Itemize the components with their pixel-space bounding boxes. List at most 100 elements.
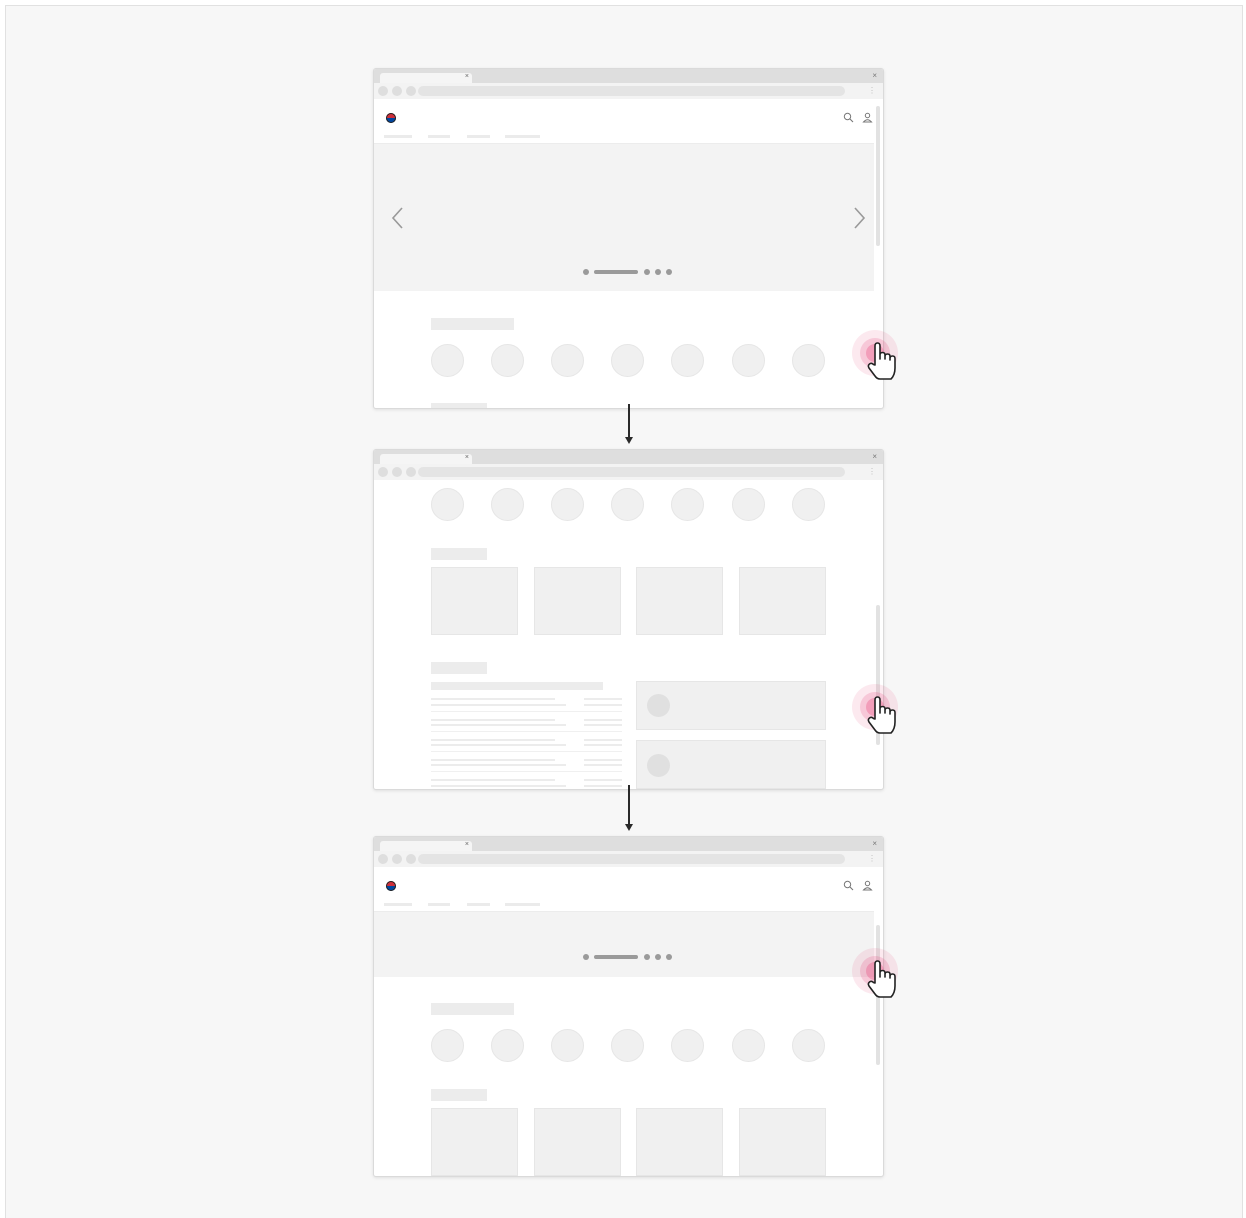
quick-menu-item[interactable] — [732, 344, 765, 377]
list-item-line[interactable] — [431, 759, 555, 761]
browser-tab[interactable]: × — [380, 73, 472, 83]
pagination-dot[interactable] — [644, 269, 650, 275]
chevron-right-icon[interactable] — [852, 206, 866, 230]
forward-button[interactable] — [392, 86, 402, 96]
browser-menu-icon[interactable]: ⋮ — [868, 466, 876, 478]
quick-menu-item[interactable] — [671, 344, 704, 377]
quick-menu-item[interactable] — [491, 1029, 524, 1062]
pagination-dot[interactable] — [655, 269, 661, 275]
pagination-dot[interactable] — [583, 269, 589, 275]
quick-menu-item[interactable] — [491, 488, 524, 521]
profile-card[interactable] — [636, 740, 826, 789]
pagination-dot[interactable] — [583, 954, 589, 960]
list-item-date — [584, 744, 622, 746]
menu-item[interactable] — [428, 903, 450, 906]
quick-menu-item[interactable] — [611, 488, 644, 521]
back-button[interactable] — [378, 854, 388, 864]
quick-menu-item[interactable] — [732, 488, 765, 521]
back-button[interactable] — [378, 86, 388, 96]
reload-button[interactable] — [406, 854, 416, 864]
url-bar[interactable] — [418, 854, 845, 864]
quick-menu-item[interactable] — [551, 344, 584, 377]
search-icon[interactable] — [843, 112, 854, 123]
content-card[interactable] — [739, 1108, 826, 1176]
menu-item[interactable] — [428, 135, 450, 138]
quick-menu-item[interactable] — [792, 488, 825, 521]
scrollbar[interactable] — [876, 106, 880, 246]
content-card[interactable] — [534, 567, 621, 635]
pagination-dot-active[interactable] — [594, 270, 638, 274]
browser-menu-icon[interactable]: ⋮ — [868, 853, 876, 865]
quick-menu-item[interactable] — [431, 488, 464, 521]
pagination-dot[interactable] — [655, 954, 661, 960]
tab-close-icon[interactable]: × — [465, 839, 469, 851]
list-item-line[interactable] — [431, 739, 555, 741]
list-item-line[interactable] — [431, 764, 566, 766]
korean-government-emblem-icon[interactable] — [386, 881, 396, 891]
content-card[interactable] — [534, 1108, 621, 1176]
forward-button[interactable] — [392, 854, 402, 864]
url-bar[interactable] — [418, 86, 845, 96]
url-bar[interactable] — [418, 467, 845, 477]
content-card[interactable] — [636, 1108, 723, 1176]
content-card[interactable] — [636, 567, 723, 635]
quick-menu-item[interactable] — [491, 344, 524, 377]
list-item-date — [584, 779, 622, 781]
quick-menu-item[interactable] — [792, 1029, 825, 1062]
tab-close-icon[interactable]: × — [465, 452, 469, 464]
browser-tab[interactable]: × — [380, 841, 472, 851]
search-icon[interactable] — [843, 880, 854, 891]
browser-tab[interactable]: × — [380, 454, 472, 464]
content-card[interactable] — [739, 567, 826, 635]
quick-menu-item[interactable] — [792, 344, 825, 377]
list-item-line[interactable] — [431, 785, 566, 787]
list-item-line[interactable] — [431, 719, 555, 721]
reload-button[interactable] — [406, 86, 416, 96]
pagination-dot[interactable] — [666, 269, 672, 275]
browser-menu-icon[interactable]: ⋮ — [868, 85, 876, 97]
list-item-date — [584, 724, 622, 726]
content-card[interactable] — [431, 567, 518, 635]
quick-menu-item[interactable] — [732, 1029, 765, 1062]
quick-menu-item[interactable] — [551, 488, 584, 521]
tab-close-icon[interactable]: × — [465, 71, 469, 83]
window-close-icon[interactable]: × — [872, 450, 877, 463]
menu-item[interactable] — [505, 135, 540, 138]
back-button[interactable] — [378, 467, 388, 477]
window-close-icon[interactable]: × — [872, 837, 877, 850]
quick-menu-item[interactable] — [611, 1029, 644, 1062]
list-divider — [431, 731, 622, 732]
menu-item[interactable] — [384, 903, 412, 906]
user-icon[interactable] — [862, 880, 873, 891]
pagination-dot[interactable] — [644, 954, 650, 960]
menu-item[interactable] — [467, 135, 490, 138]
list-item-line[interactable] — [431, 704, 566, 706]
pagination-dot[interactable] — [666, 954, 672, 960]
quick-menu-item[interactable] — [671, 488, 704, 521]
quick-menu-item[interactable] — [611, 344, 644, 377]
content-card[interactable] — [431, 1108, 518, 1176]
address-bar-row: ⋮ — [374, 83, 883, 99]
menu-item[interactable] — [467, 903, 490, 906]
chevron-left-icon[interactable] — [391, 206, 405, 230]
quick-menu-item[interactable] — [431, 1029, 464, 1062]
quick-menu-item[interactable] — [551, 1029, 584, 1062]
tab-bar: × × — [374, 837, 883, 851]
list-item-line[interactable] — [431, 724, 566, 726]
browser-window-step-2: × × ⋮ — [373, 449, 884, 790]
reload-button[interactable] — [406, 467, 416, 477]
user-icon[interactable] — [862, 112, 873, 123]
forward-button[interactable] — [392, 467, 402, 477]
list-item-line[interactable] — [431, 698, 555, 700]
quick-menu-item[interactable] — [431, 344, 464, 377]
menu-item[interactable] — [505, 903, 540, 906]
profile-card[interactable] — [636, 681, 826, 730]
list-item-line[interactable] — [431, 779, 555, 781]
list-item-line[interactable] — [431, 744, 566, 746]
pagination-dot-active[interactable] — [594, 955, 638, 959]
menu-item[interactable] — [384, 135, 412, 138]
korean-government-emblem-icon[interactable] — [386, 113, 396, 123]
window-close-icon[interactable]: × — [872, 69, 877, 82]
list-item-date — [584, 698, 622, 700]
quick-menu-item[interactable] — [671, 1029, 704, 1062]
